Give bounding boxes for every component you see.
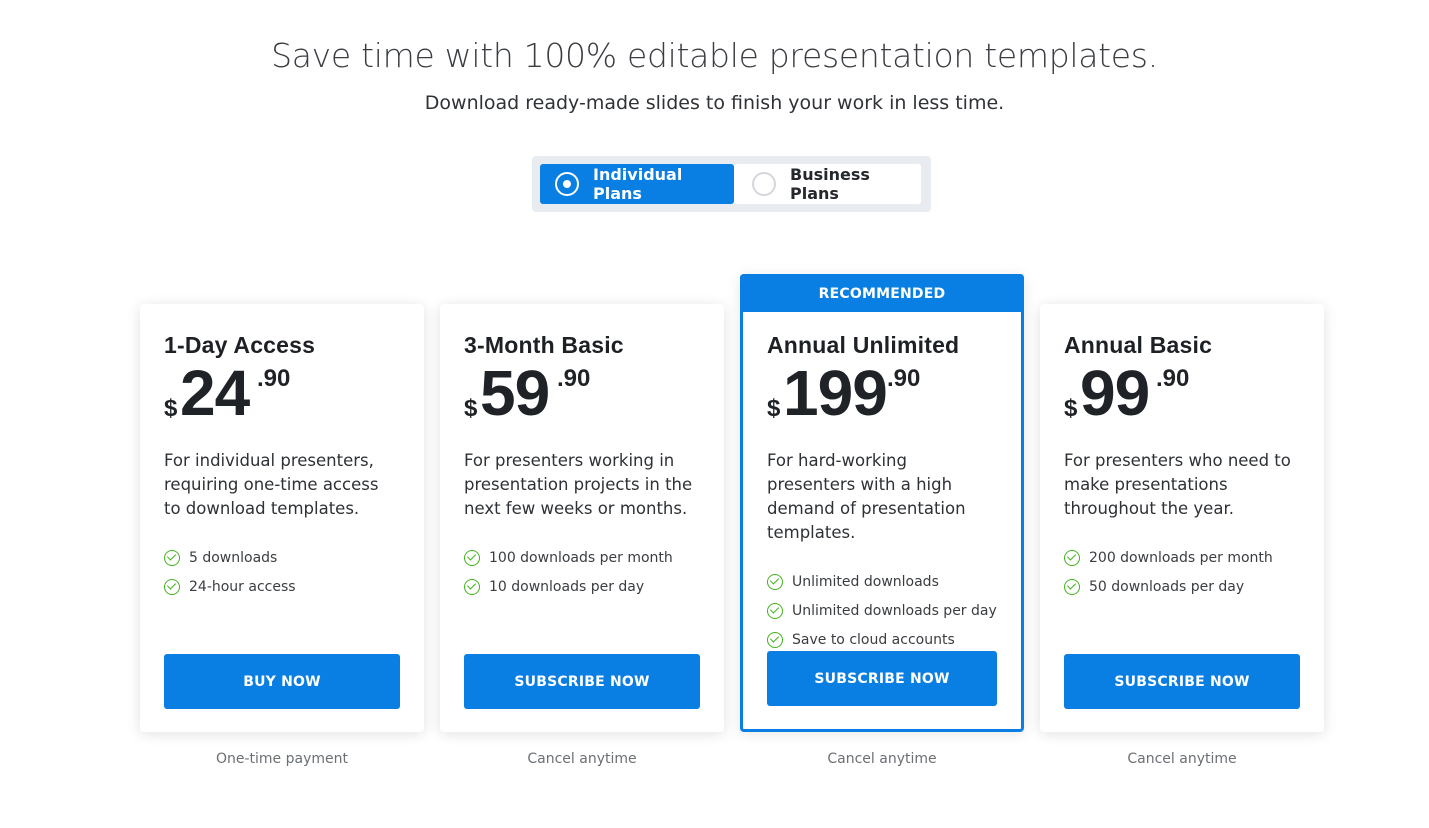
subscribe-now-button[interactable]: SUBSCRIBE NOW — [1064, 654, 1300, 709]
price-whole: 59 — [480, 357, 550, 429]
feature-item: Unlimited downloads — [767, 567, 997, 596]
feature-item: 50 downloads per day — [1064, 572, 1300, 601]
plan-price: $ 199 .90 — [767, 361, 997, 429]
plan-price: $ 99 .90 — [1064, 361, 1300, 429]
feature-item: Save to cloud accounts — [767, 625, 997, 654]
feature-text: 24-hour access — [189, 578, 296, 595]
plan-description: For presenters who need to make presenta… — [1064, 451, 1291, 518]
price-whole: 24 — [180, 357, 250, 429]
plan-card-annual-basic: Annual Basic $ 99 .90 For presenters who… — [1040, 304, 1324, 732]
feature-item: 24-hour access — [164, 572, 400, 601]
price-currency: $ — [767, 395, 781, 422]
check-circle-icon — [767, 573, 783, 590]
check-circle-icon — [164, 578, 180, 595]
feature-text: 5 downloads — [189, 549, 278, 566]
check-circle-icon — [464, 549, 480, 566]
feature-item: 200 downloads per month — [1064, 543, 1300, 572]
check-circle-icon — [767, 631, 783, 648]
feature-list: 200 downloads per month 50 downloads per… — [1064, 543, 1300, 601]
feature-list: Unlimited downloads Unlimited downloads … — [767, 567, 997, 654]
subscribe-now-button[interactable]: SUBSCRIBE NOW — [767, 651, 997, 706]
feature-text: 100 downloads per month — [489, 549, 673, 566]
plan-name: Annual Unlimited — [767, 332, 960, 358]
individual-plans-option[interactable]: Individual Plans — [540, 164, 734, 204]
price-cents: .90 — [887, 365, 921, 392]
check-circle-icon — [164, 549, 180, 566]
feature-item: 100 downloads per month — [464, 543, 700, 572]
price-currency: $ — [164, 395, 178, 422]
plan-description: For individual presenters, requiring one… — [164, 451, 379, 518]
check-circle-icon — [1064, 578, 1080, 595]
business-plans-option[interactable]: Business Plans — [734, 164, 921, 204]
plan-name: Annual Basic — [1064, 332, 1213, 358]
price-whole: 199 — [783, 357, 888, 429]
plan-card-3-month-basic: 3-Month Basic $ 59 .90 For presenters wo… — [440, 304, 724, 732]
price-whole: 99 — [1080, 357, 1150, 429]
plan-type-toggle: Individual Plans Business Plans — [532, 156, 931, 212]
feature-text: 200 downloads per month — [1089, 549, 1273, 566]
page-title: Save time with 100% editable presentatio… — [271, 36, 1158, 75]
radio-unselected-icon — [752, 172, 776, 196]
feature-text: Save to cloud accounts — [792, 631, 955, 648]
feature-item: 10 downloads per day — [464, 572, 700, 601]
subscribe-now-button[interactable]: SUBSCRIBE NOW — [464, 654, 700, 709]
cancel-note: Cancel anytime — [1127, 751, 1237, 767]
price-currency: $ — [1064, 395, 1078, 422]
feature-list: 100 downloads per month 10 downloads per… — [464, 543, 700, 601]
plan-name: 3-Month Basic — [464, 332, 624, 358]
price-cents: .90 — [557, 365, 591, 392]
feature-item: 5 downloads — [164, 543, 400, 572]
plan-card-annual-unlimited: RECOMMENDED Annual Unlimited $ 199 .90 F… — [740, 274, 1024, 732]
recommended-badge: RECOMMENDED — [740, 274, 1024, 312]
plan-card-1-day-access: 1-Day Access $ 24 .90 For individual pre… — [140, 304, 424, 732]
feature-item: Unlimited downloads per day — [767, 596, 997, 625]
feature-text: 10 downloads per day — [489, 578, 645, 595]
buy-now-button[interactable]: BUY NOW — [164, 654, 400, 709]
check-circle-icon — [1064, 549, 1080, 566]
plan-price: $ 24 .90 — [164, 361, 400, 429]
plan-name: 1-Day Access — [164, 332, 316, 358]
price-cents: .90 — [257, 365, 291, 392]
feature-text: Unlimited downloads per day — [792, 602, 997, 619]
plan-description: For presenters working in presentation p… — [464, 451, 693, 518]
price-cents: .90 — [1156, 365, 1190, 392]
cancel-note: Cancel anytime — [827, 751, 937, 767]
price-currency: $ — [464, 395, 478, 422]
payment-note: One-time payment — [215, 751, 348, 767]
business-plans-label: Business Plans — [790, 165, 870, 203]
feature-list: 5 downloads 24-hour access — [164, 543, 400, 601]
feature-text: 50 downloads per day — [1089, 578, 1245, 595]
plan-description: For hard-working presenters with a high … — [767, 451, 966, 542]
cancel-note: Cancel anytime — [527, 751, 637, 767]
feature-text: Unlimited downloads — [792, 573, 939, 590]
check-circle-icon — [464, 578, 480, 595]
check-circle-icon — [767, 602, 783, 619]
plan-price: $ 59 .90 — [464, 361, 700, 429]
page-subtitle: Download ready-made slides to finish you… — [424, 92, 1005, 114]
individual-plans-label: Individual Plans — [593, 165, 683, 203]
radio-selected-icon — [555, 172, 579, 196]
